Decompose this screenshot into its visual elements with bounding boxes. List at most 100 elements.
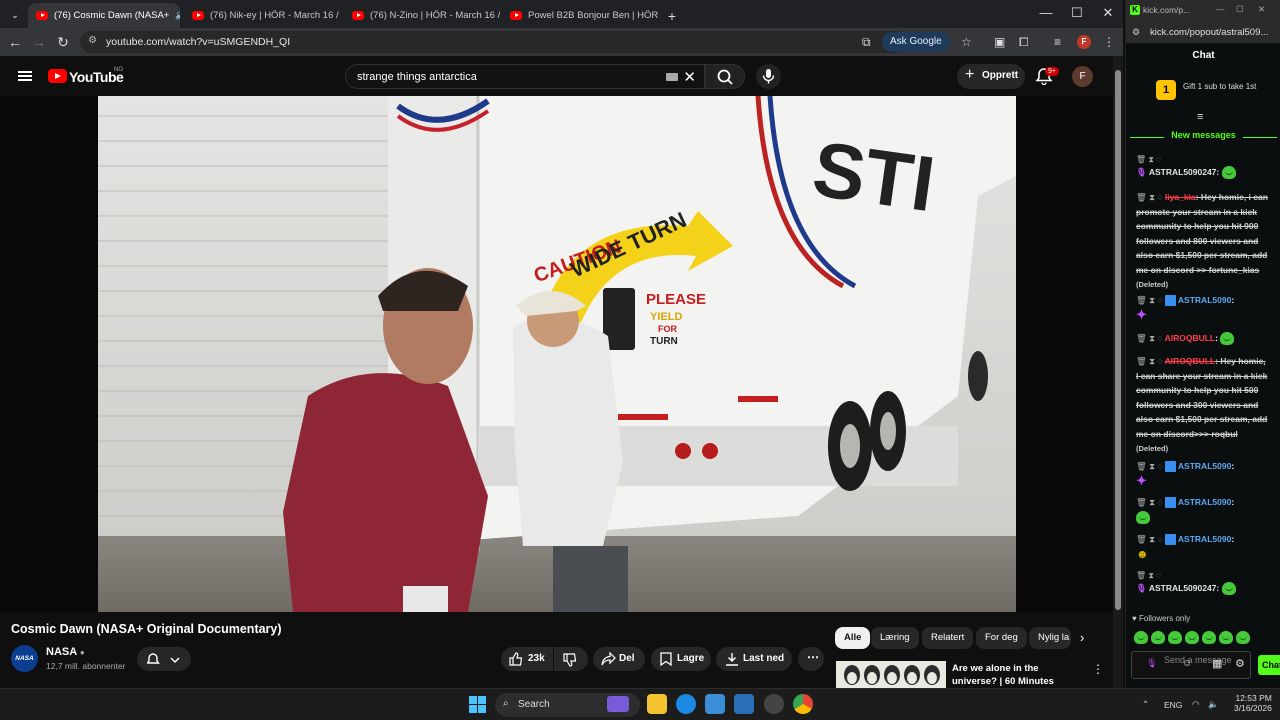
dislike-button[interactable] [554,647,588,671]
chat-username[interactable]: ASTRAL5090247: [1149,583,1219,593]
extensions-icon[interactable]: ⧠ [1019,35,1029,50]
mod-action-icons[interactable]: 🗑 ⧗ ◌ [1136,534,1163,544]
quick-emote-icon[interactable] [1236,631,1250,645]
subscribe-bell-button[interactable] [137,647,191,671]
speaker-icon[interactable]: 🔊 [175,10,180,21]
chip-learning[interactable]: Læring [871,627,919,649]
like-button[interactable]: 23k [501,647,553,671]
tray-overflow-icon[interactable]: ⌃ [1142,699,1149,710]
back-icon[interactable]: ← [6,34,24,50]
video-player[interactable]: STI CAUTION WIDE TURN PLEASE YIELD FOR T… [0,96,1113,612]
wifi-icon[interactable]: ◠ [1192,699,1199,710]
chat-username[interactable]: AIROQBULL [1165,333,1216,343]
send-chat-button[interactable]: Chat [1258,655,1280,675]
language-indicator[interactable]: ENG [1164,700,1182,710]
related-video-thumbnail[interactable] [836,661,946,688]
quick-emote-icon[interactable] [1151,631,1165,645]
gift-icon[interactable]: ▦ [1212,657,1222,670]
channel-avatar[interactable]: NASA [11,645,38,672]
mod-action-icons[interactable]: 🗑 ⧗ ◌ [1136,192,1163,202]
chat-username[interactable]: AIROQBULL [1165,356,1216,366]
quick-emote-icon[interactable] [1219,631,1233,645]
scrollbar-thumb[interactable] [1115,70,1121,610]
chat-settings-icon[interactable]: ⚙ [1235,657,1245,670]
kick-minimize-icon[interactable]: — [1216,4,1225,14]
edge-icon[interactable] [676,694,696,714]
chat-username[interactable]: ASTRAL5090 [1178,497,1231,507]
site-settings-icon[interactable]: ⚙ [1132,27,1140,38]
kick-maximize-icon[interactable]: ☐ [1236,4,1244,15]
mod-action-icons[interactable]: 🗑 ⧗ ◌ [1136,154,1270,165]
create-button[interactable]: + Opprett [957,64,1025,89]
chip-recently-uploaded[interactable]: Nylig la [1029,627,1071,649]
tab-nik-ey[interactable]: (76) Nik-ey | HÖR - March 16 / ✕ [184,3,340,28]
site-info-icon[interactable]: ⚙ [88,35,97,46]
mod-action-icons[interactable]: 🗑 ⧗ ◌ [1136,295,1163,305]
voice-search-button[interactable] [756,64,781,89]
new-tab-button[interactable]: + [662,3,682,28]
forward-icon[interactable]: → [30,34,48,50]
share-button[interactable]: Del [593,647,645,671]
quick-emote-icon[interactable] [1134,631,1148,645]
chip-for-you[interactable]: For deg [976,627,1027,649]
quick-emote-icon[interactable] [1168,631,1182,645]
keyboard-icon[interactable] [666,73,678,81]
file-explorer-icon[interactable] [647,694,667,714]
page-scrollbar[interactable] [1113,56,1123,688]
menu-dots-icon[interactable]: ⋮ [1103,35,1115,49]
search-button[interactable] [705,64,745,89]
ask-google-button[interactable]: Ask Google [882,32,950,52]
chrome-icon[interactable] [793,694,813,714]
youtube-logo-icon[interactable] [48,69,67,83]
kick-close-icon[interactable]: ✕ [1258,4,1265,15]
gift-sub-icon[interactable]: 1 [1156,80,1176,100]
save-button[interactable]: Lagre [651,647,711,671]
volume-icon[interactable]: 🔈 [1208,699,1219,710]
tab-groups-icon[interactable]: ▣ [994,35,1005,49]
photo-app-icon[interactable] [734,694,754,714]
quick-emote-icon[interactable] [1202,631,1216,645]
chat-username[interactable]: ASTRAL5090247: [1149,167,1219,177]
related-more-icon[interactable]: ⋮ [1092,662,1104,676]
mod-action-icons[interactable]: 🗑 ⧗ ◌ [1136,497,1163,507]
close-icon[interactable]: ✕ [339,9,340,22]
chat-username[interactable]: ASTRAL5090 [1178,534,1231,544]
tab-search-button[interactable]: ⌄ [6,3,24,28]
window-close-icon[interactable]: ✕ [1096,5,1120,21]
hamburger-menu-icon[interactable] [18,71,32,81]
windows-start-icon[interactable] [469,696,487,714]
gift-sub-text[interactable]: Gift 1 sub to take 1st [1183,82,1256,91]
quick-emote-icon[interactable] [1185,631,1199,645]
cast-icon[interactable]: ⧉ [862,35,871,50]
taskbar-search[interactable]: ⌕ Search [495,693,640,717]
profile-avatar[interactable]: F [1077,35,1091,49]
pinned-filter-icon[interactable]: ≡ [1197,111,1203,123]
chat-username[interactable]: ASTRAL5090 [1178,295,1231,305]
channel-name[interactable]: NASA ● [46,646,85,658]
clock[interactable]: 12:53 PM 3/16/2026 [1234,693,1272,713]
chip-all[interactable]: Alle [835,627,871,649]
mod-action-icons[interactable]: 🗑 ⧗ ◌ [1136,570,1270,581]
chip-related[interactable]: Relatert [922,627,974,649]
chat-username[interactable]: ASTRAL5090 [1178,461,1231,471]
clear-search-icon[interactable]: ✕ [683,68,696,86]
steam-icon[interactable] [764,694,784,714]
chips-next-icon[interactable]: › [1080,630,1084,645]
mod-action-icons[interactable]: 🗑 ⧗ ◌ [1136,333,1163,343]
kick-url-bar[interactable]: ⚙ kick.com/popout/astral509... [1126,22,1280,44]
reload-icon[interactable]: ↻ [54,34,72,51]
related-video-title[interactable]: Are we alone in the universe? | 60 Minut… [952,662,1080,688]
mod-action-icons[interactable]: 🗑 ⧗ ◌ [1136,356,1163,366]
tab-powel[interactable]: Powel B2B Bonjour Ben | HÖR ✕ [502,3,658,28]
maximize-icon[interactable]: ☐ [1065,5,1089,21]
emote-picker-icon[interactable]: ☺ [1182,658,1192,669]
chat-username[interactable]: liya_kia [1165,192,1196,202]
media-queue-icon[interactable]: ≡ [1054,35,1061,49]
more-actions-button[interactable]: ⋯ [798,647,824,671]
tab-n-zino[interactable]: (76) N-Zino | HÖR - March 16 / ✕ [344,3,500,28]
tab-cosmic-dawn[interactable]: (76) Cosmic Dawn (NASA+ 🔊 ✕ [28,3,180,28]
video-frame[interactable]: STI CAUTION WIDE TURN PLEASE YIELD FOR T… [98,96,1016,612]
bookmark-star-icon[interactable]: ☆ [961,35,972,49]
url-input[interactable]: ⚙ youtube.com/watch?v=uSMGENDH_QI [80,31,910,53]
minimize-icon[interactable]: — [1034,5,1058,20]
